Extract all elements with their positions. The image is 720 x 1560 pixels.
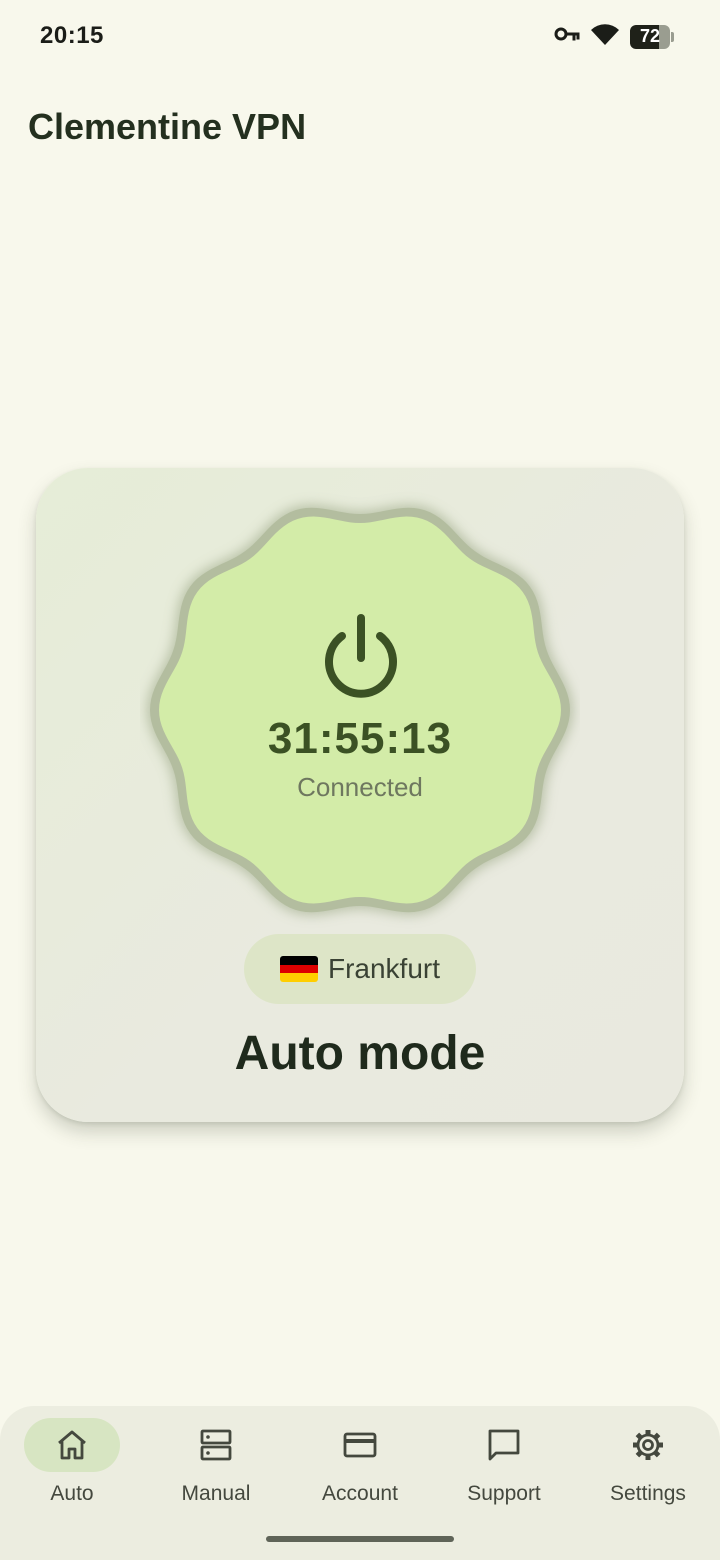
nav-item-manual[interactable]: Manual bbox=[144, 1416, 288, 1526]
credit-card-icon bbox=[343, 1432, 377, 1458]
connect-toggle-button[interactable]: 31:55:13 Connected bbox=[140, 490, 580, 930]
location-label: Frankfurt bbox=[327, 953, 441, 984]
nav-item-auto[interactable]: Auto bbox=[0, 1416, 144, 1526]
status-bar: 20:15 72 bbox=[0, 0, 720, 72]
location-chip[interactable]: Frankfurt bbox=[244, 934, 476, 1004]
nav-label-support: Support bbox=[467, 1482, 541, 1505]
connection-card: 31:55:13 Connected Frankfurt Auto mode bbox=[36, 468, 684, 1122]
connection-status: Connected bbox=[297, 772, 423, 802]
home-indicator[interactable] bbox=[266, 1536, 454, 1542]
power-icon bbox=[325, 614, 397, 698]
status-icons: 72 bbox=[554, 22, 674, 51]
nav-item-settings[interactable]: Settings bbox=[576, 1416, 720, 1526]
battery-icon: 72 bbox=[630, 24, 674, 49]
server-list-icon bbox=[200, 1429, 232, 1461]
mode-label: Auto mode bbox=[234, 1027, 486, 1080]
chat-bubble-icon bbox=[488, 1429, 520, 1461]
vpn-key-icon bbox=[554, 24, 580, 49]
connection-timer: 31:55:13 bbox=[267, 714, 453, 763]
nav-label-auto: Auto bbox=[50, 1482, 94, 1505]
app-title: Clementine VPN bbox=[28, 106, 307, 147]
wifi-icon bbox=[590, 22, 620, 51]
status-time: 20:15 bbox=[40, 22, 104, 49]
nav-item-account[interactable]: Account bbox=[288, 1416, 432, 1526]
nav-label-manual: Manual bbox=[181, 1482, 251, 1505]
scalloped-blob-shape bbox=[147, 504, 573, 916]
nav-label-account: Account bbox=[322, 1482, 398, 1505]
home-icon bbox=[58, 1430, 86, 1460]
nav-label-settings: Settings bbox=[610, 1482, 686, 1505]
germany-flag-icon bbox=[279, 956, 318, 982]
gear-icon bbox=[633, 1430, 663, 1460]
battery-level: 72 bbox=[639, 26, 661, 46]
nav-item-support[interactable]: Support bbox=[432, 1416, 576, 1526]
